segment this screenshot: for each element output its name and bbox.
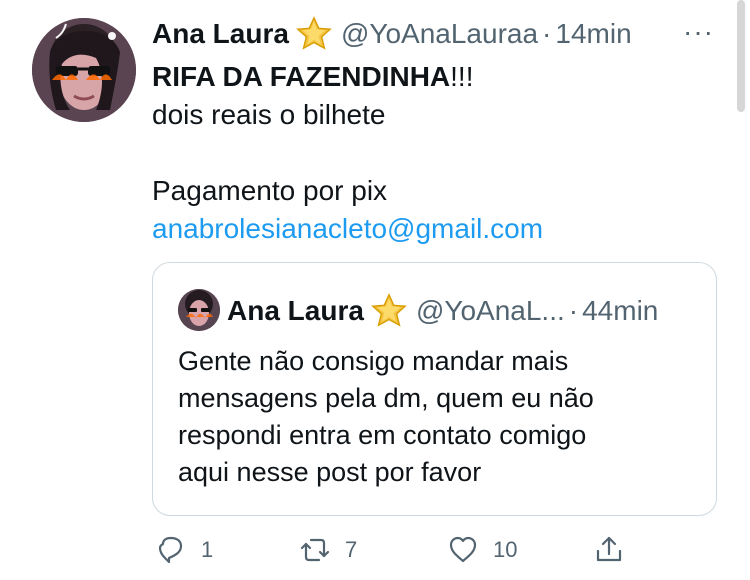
share-button[interactable] [593, 532, 625, 568]
tweet-time[interactable]: 14min [555, 18, 631, 50]
quoted-text-line: mensagens pela dm, quem eu não [178, 383, 594, 413]
tweet-line-2: dois reais o bilhete [152, 99, 386, 130]
tweet-header: Ana Laura @YoAnaLauraa · 14min [152, 14, 632, 54]
quoted-text-line: aqui nesse post por favor [178, 457, 482, 487]
tweet[interactable]: Ana Laura @YoAnaLauraa · 14min ··· RIFA … [0, 0, 750, 580]
heart-icon [449, 536, 477, 563]
tweet-title: RIFA DA FAZENDINHA [152, 61, 451, 92]
avatar[interactable] [32, 18, 136, 122]
quoted-author-name[interactable]: Ana Laura [227, 295, 364, 327]
quoted-avatar[interactable] [178, 289, 220, 331]
quoted-text-line: respondi entra em contato comigo [178, 420, 587, 450]
reply-icon [158, 536, 183, 564]
share-icon [596, 536, 622, 562]
scrollbar[interactable] [737, 0, 745, 112]
quoted-author-handle[interactable]: @YoAnaL... [416, 295, 565, 327]
like-count: 10 [493, 537, 518, 562]
tweet-line-1: RIFA DA FAZENDINHA!!! [152, 58, 722, 96]
tweet-text: RIFA DA FAZENDINHA!!! dois reais o bilhe… [152, 58, 722, 248]
quoted-text: Gente não consigo mandar mais mensagens … [178, 343, 698, 491]
quoted-tweet[interactable]: Ana Laura @YoAnaL... · 44min Gente não c… [152, 262, 717, 516]
star-icon [295, 15, 333, 53]
more-icon[interactable]: ··· [683, 18, 717, 46]
quoted-text-line: Gente não consigo mandar mais [178, 346, 569, 376]
retweet-count: 7 [345, 537, 358, 562]
retweet-icon [300, 538, 330, 562]
quoted-avatar-image [178, 289, 220, 331]
avatar-image [32, 18, 136, 122]
star-icon [370, 292, 408, 330]
tweet-empty-line [152, 134, 722, 172]
quoted-separator-dot: · [568, 295, 579, 326]
reply-count: 1 [201, 537, 214, 562]
email-link[interactable]: anabrolesianacleto@gmail.com [152, 210, 722, 248]
quoted-header: Ana Laura @YoAnaL... · 44min [227, 289, 658, 333]
reply-button[interactable]: 1 [155, 532, 213, 568]
author-handle[interactable]: @YoAnaLauraa [341, 18, 538, 50]
quoted-time[interactable]: 44min [582, 295, 658, 327]
like-button[interactable]: 10 [447, 532, 517, 568]
tweet-line-4: Pagamento por pix [152, 175, 388, 206]
tweet-actions: 1 7 10 [155, 532, 645, 572]
separator-dot: · [542, 18, 552, 49]
retweet-button[interactable]: 7 [299, 532, 357, 568]
author-name[interactable]: Ana Laura [152, 18, 289, 50]
tweet-title-suffix: !!! [450, 61, 474, 92]
